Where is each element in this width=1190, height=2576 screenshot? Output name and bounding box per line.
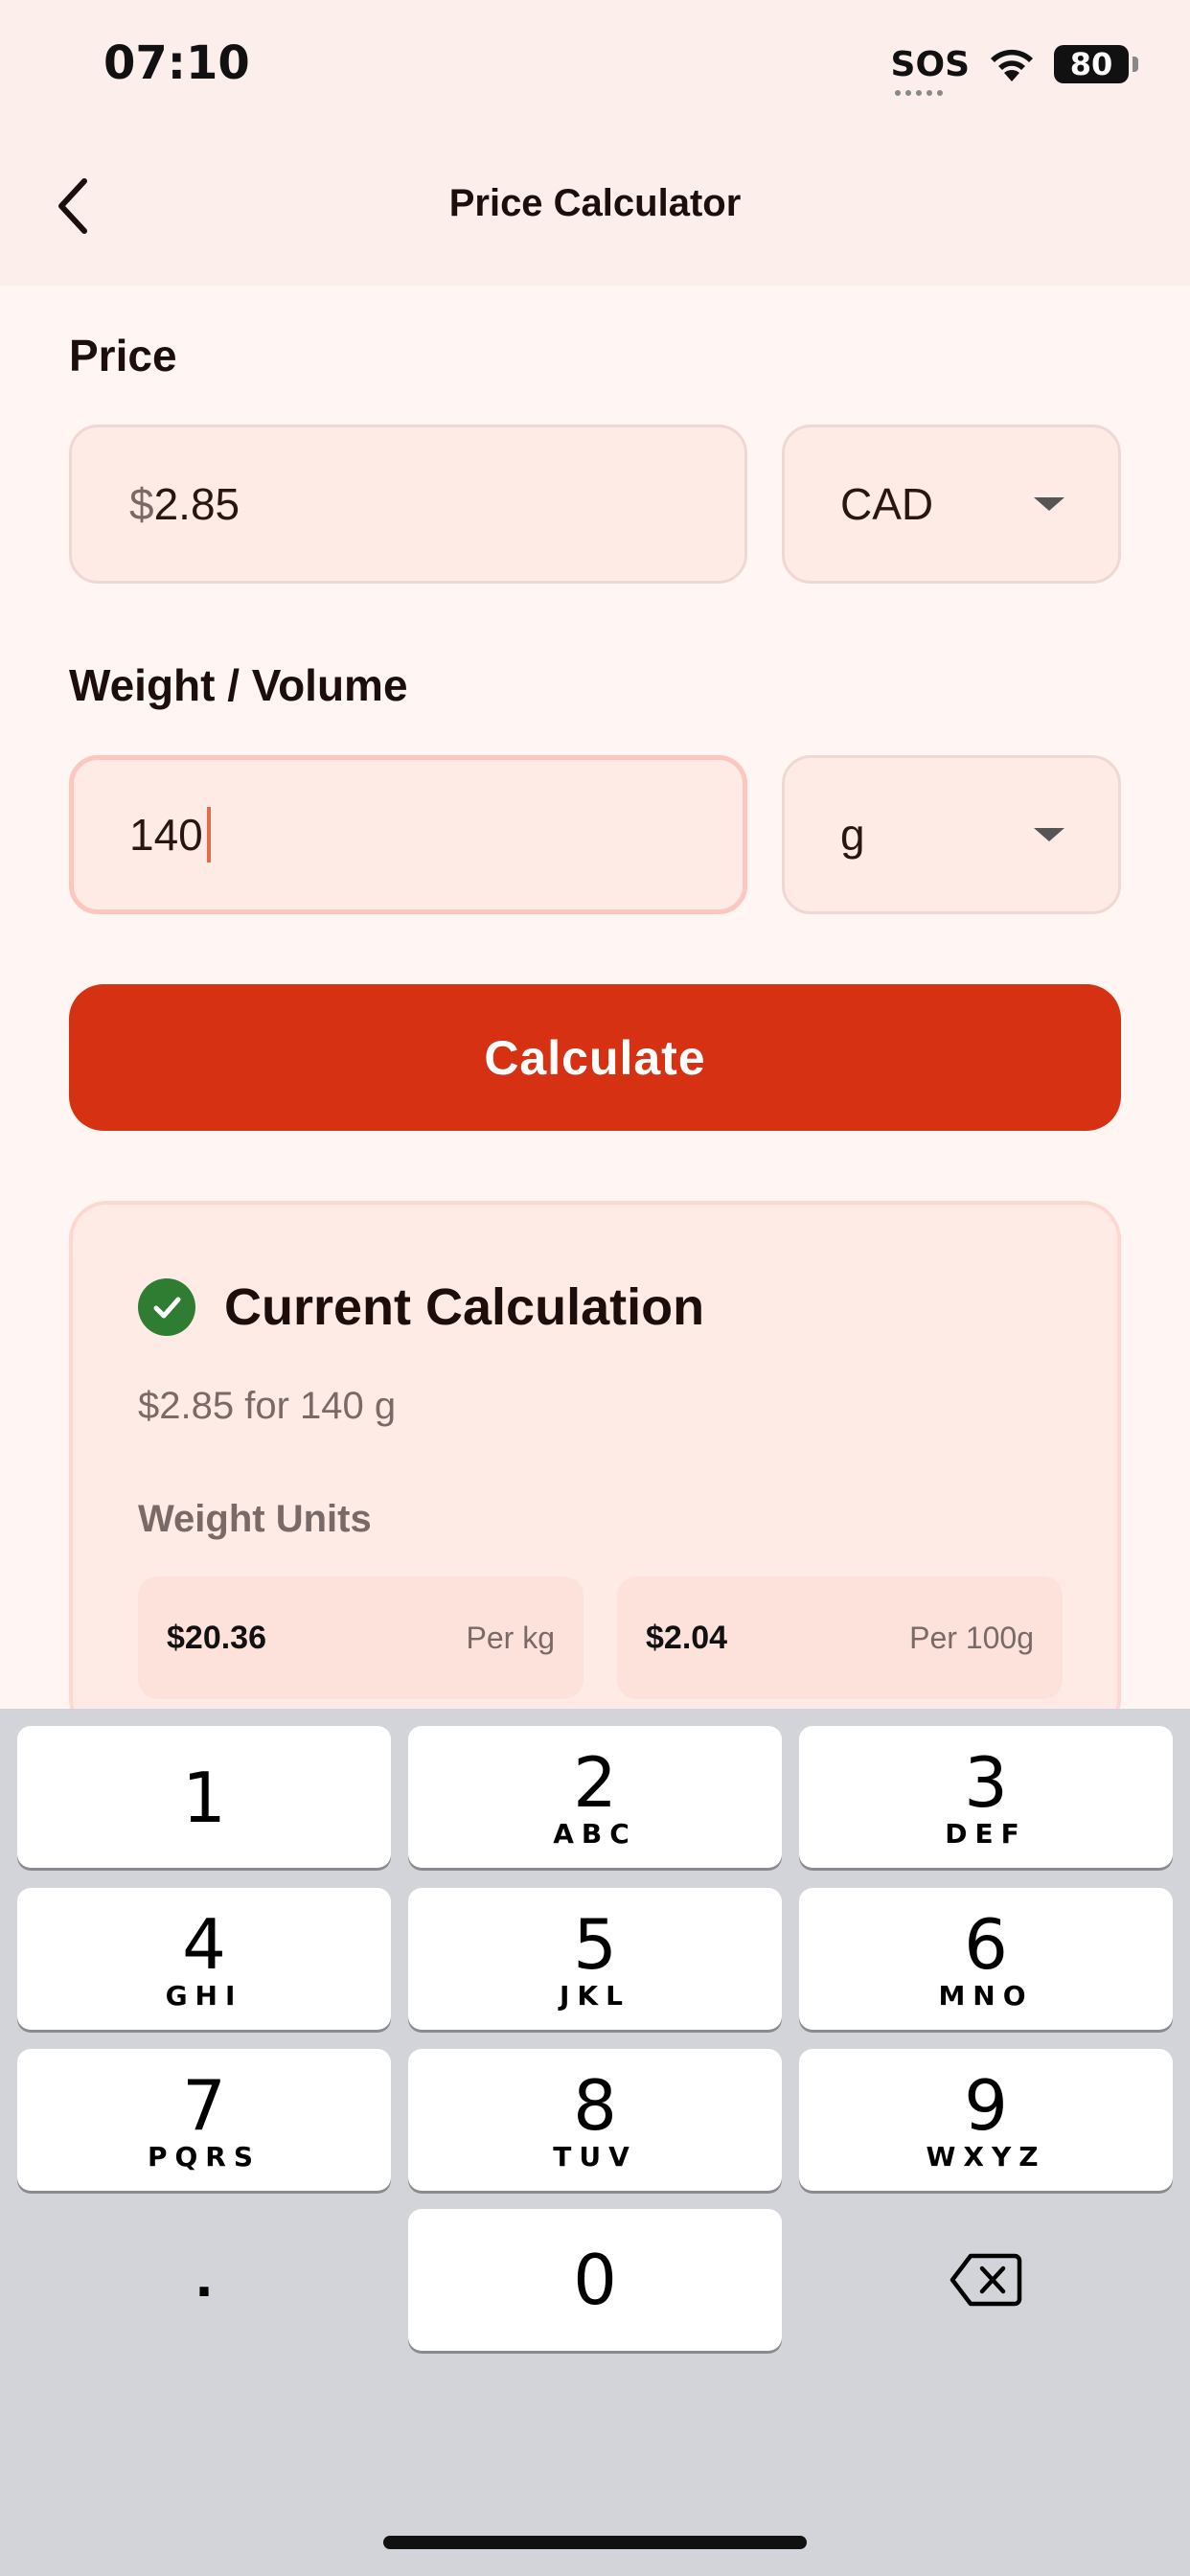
currency-value: CAD: [840, 479, 934, 529]
top-bar: 07:10 SOS 80 Price Calculator: [0, 0, 1190, 286]
key-letters: PQRS: [147, 2141, 262, 2173]
unit-price-value: $2.04: [646, 1619, 728, 1656]
unit-price-label: Per kg: [466, 1620, 555, 1655]
key-8[interactable]: 8 TUV: [408, 2049, 782, 2191]
key-5[interactable]: 5 JKL: [408, 1888, 782, 2030]
key-letters: WXYZ: [926, 2141, 1046, 2173]
unit-price-label: Per 100g: [909, 1620, 1034, 1655]
result-summary: $2.85 for 140 g: [138, 1385, 397, 1427]
delete-key[interactable]: [799, 2209, 1173, 2351]
key-digit: 0: [573, 2240, 617, 2320]
key-letters: JKL: [560, 1980, 630, 2012]
key-9[interactable]: 9 WXYZ: [799, 2049, 1173, 2191]
unit-select[interactable]: g: [782, 755, 1121, 914]
unit-price-value: $20.36: [167, 1619, 266, 1656]
key-0[interactable]: 0: [408, 2209, 782, 2351]
weight-input[interactable]: 140: [69, 755, 747, 914]
key-digit: 9: [964, 2065, 1008, 2146]
battery-icon: 80: [1054, 45, 1138, 83]
key-digit: 5: [573, 1904, 617, 1985]
result-card: Current Calculation $2.85 for 140 g Weig…: [69, 1201, 1121, 1737]
result-header: Current Calculation: [138, 1277, 704, 1337]
key-digit: 2: [573, 1742, 617, 1823]
key-letters: ABC: [553, 1818, 637, 1850]
key-decimal[interactable]: .: [17, 2209, 391, 2351]
key-4[interactable]: 4 GHI: [17, 1888, 391, 2030]
key-digit: 8: [573, 2065, 617, 2146]
price-input[interactable]: $2.85: [69, 425, 747, 584]
key-7[interactable]: 7 PQRS: [17, 2049, 391, 2191]
dropdown-arrow-icon: [1034, 828, 1064, 841]
check-circle-icon: [138, 1278, 195, 1336]
sos-indicator: SOS: [891, 45, 970, 96]
home-indicator[interactable]: [383, 2536, 807, 2549]
price-label: Price: [69, 331, 177, 380]
key-letters: DEF: [945, 1818, 1027, 1850]
key-digit: 3: [964, 1742, 1008, 1823]
key-letters: MNO: [938, 1980, 1034, 2012]
weight-value: 140: [129, 810, 203, 860]
status-icons: SOS 80: [891, 38, 1138, 96]
numeric-keypad: 1 2 ABC 3 DEF 4 GHI 5 JKL 6 MNO 7 PQRS 8…: [0, 1709, 1190, 2576]
currency-prefix: $: [129, 479, 154, 529]
dropdown-arrow-icon: [1034, 497, 1064, 511]
text-cursor: [206, 807, 211, 862]
wifi-icon: [991, 49, 1033, 81]
status-time: 07:10: [103, 36, 250, 90]
unit-price-per-kg: $20.36 Per kg: [138, 1576, 584, 1699]
key-letters: GHI: [165, 1980, 243, 2012]
key-digit: 6: [964, 1904, 1008, 1985]
key-digit: 1: [182, 1758, 226, 1838]
key-2[interactable]: 2 ABC: [408, 1726, 782, 1868]
backspace-icon: [950, 2253, 1022, 2307]
price-value: 2.85: [153, 479, 240, 529]
result-title: Current Calculation: [224, 1278, 705, 1336]
key-digit: 4: [182, 1904, 226, 1985]
key-digit: 7: [182, 2065, 226, 2146]
key-3[interactable]: 3 DEF: [799, 1726, 1173, 1868]
currency-select[interactable]: CAD: [782, 425, 1121, 584]
page-title: Price Calculator: [448, 182, 742, 224]
key-letters: TUV: [553, 2141, 637, 2173]
weight-units-heading: Weight Units: [138, 1498, 372, 1540]
unit-value: g: [840, 810, 865, 860]
key-1[interactable]: 1: [17, 1726, 391, 1868]
unit-price-per-100g: $2.04 Per 100g: [617, 1576, 1063, 1699]
weight-label: Weight / Volume: [69, 660, 408, 710]
calculate-button[interactable]: Calculate: [69, 984, 1121, 1131]
key-6[interactable]: 6 MNO: [799, 1888, 1173, 2030]
